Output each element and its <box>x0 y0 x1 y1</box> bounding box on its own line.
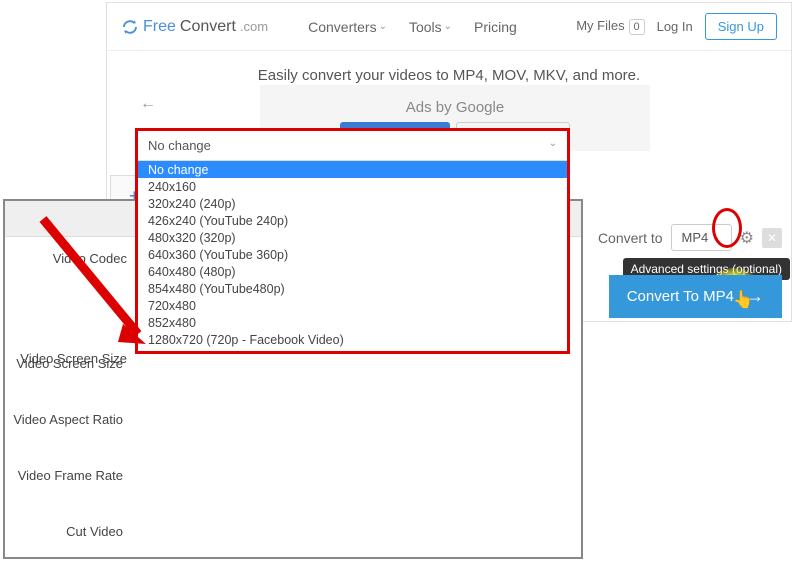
login-link[interactable]: Log In <box>657 19 693 34</box>
ad-label: Ads by Google <box>260 99 650 116</box>
files-count-badge: 0 <box>629 19 645 35</box>
dropdown-option[interactable]: 426x240 (YouTube 240p) <box>138 212 567 229</box>
dropdown-option[interactable]: 320x240 (240p) <box>138 195 567 212</box>
dropdown-current-value[interactable]: No change⌄ <box>138 131 567 161</box>
logo[interactable]: FreeConvert .com <box>121 18 268 36</box>
chevron-down-icon: ⌄ <box>549 138 557 153</box>
dropdown-option[interactable]: 720x480 <box>138 297 567 314</box>
aspect-ratio-label: Video Aspect Ratio <box>3 391 133 447</box>
chevron-down-icon: ⌄ <box>444 21 452 32</box>
my-files-link[interactable]: My Files0 <box>576 18 644 35</box>
signup-button[interactable]: Sign Up <box>705 13 777 40</box>
dropdown-option[interactable]: No change <box>138 161 567 178</box>
nav-tools[interactable]: Tools⌄ <box>409 19 452 35</box>
cursor-hand-icon: 👆 <box>733 290 754 310</box>
convert-to-label: Convert to <box>598 230 663 246</box>
screen-size-label-2: Video Screen Size <box>3 335 133 391</box>
nav-pricing[interactable]: Pricing <box>474 19 517 35</box>
tagline: Easily convert your videos to MP4, MOV, … <box>107 67 791 84</box>
nav: Converters⌄ Tools⌄ Pricing <box>308 19 517 35</box>
logo-text-com: .com <box>240 19 268 34</box>
dropdown-option[interactable]: 854x480 (YouTube480p) <box>138 280 567 297</box>
screen-size-dropdown[interactable]: No change⌄ No change 240x160 320x240 (24… <box>135 128 570 354</box>
refresh-icon <box>121 18 139 36</box>
frame-rate-label: Video Frame Rate <box>3 447 133 503</box>
format-select[interactable]: MP4⌄ <box>671 224 732 251</box>
convert-button[interactable]: Convert To MP4→ <box>609 275 782 318</box>
dropdown-list: No change 240x160 320x240 (240p) 426x240… <box>138 161 567 351</box>
chevron-down-icon: ⌄ <box>712 232 720 243</box>
dropdown-option[interactable]: 240x160 <box>138 178 567 195</box>
dropdown-option[interactable]: 640x480 (480p) <box>138 263 567 280</box>
back-arrow-icon[interactable]: ← <box>140 95 156 113</box>
dropdown-option[interactable]: 1280x720 (720p - Facebook Video) <box>138 331 567 348</box>
chevron-down-icon: ⌄ <box>379 21 387 32</box>
dropdown-option[interactable]: 640x360 (YouTube 360p) <box>138 246 567 263</box>
dropdown-option[interactable]: 480x320 (320p) <box>138 229 567 246</box>
logo-text-convert: Convert <box>180 18 236 36</box>
header: FreeConvert .com Converters⌄ Tools⌄ Prici… <box>107 3 791 51</box>
close-icon[interactable]: ✕ <box>762 228 782 248</box>
video-codec-label: Video Codec <box>19 245 139 266</box>
logo-text-free: Free <box>143 18 176 36</box>
gear-icon[interactable]: ⚙ <box>740 228 754 248</box>
dropdown-option[interactable]: 852x480 <box>138 314 567 331</box>
cut-video-label: Cut Video <box>3 503 133 559</box>
nav-converters[interactable]: Converters⌄ <box>308 19 387 35</box>
dropdown-option[interactable]: 1920x1080 (1080p) <box>138 348 567 351</box>
